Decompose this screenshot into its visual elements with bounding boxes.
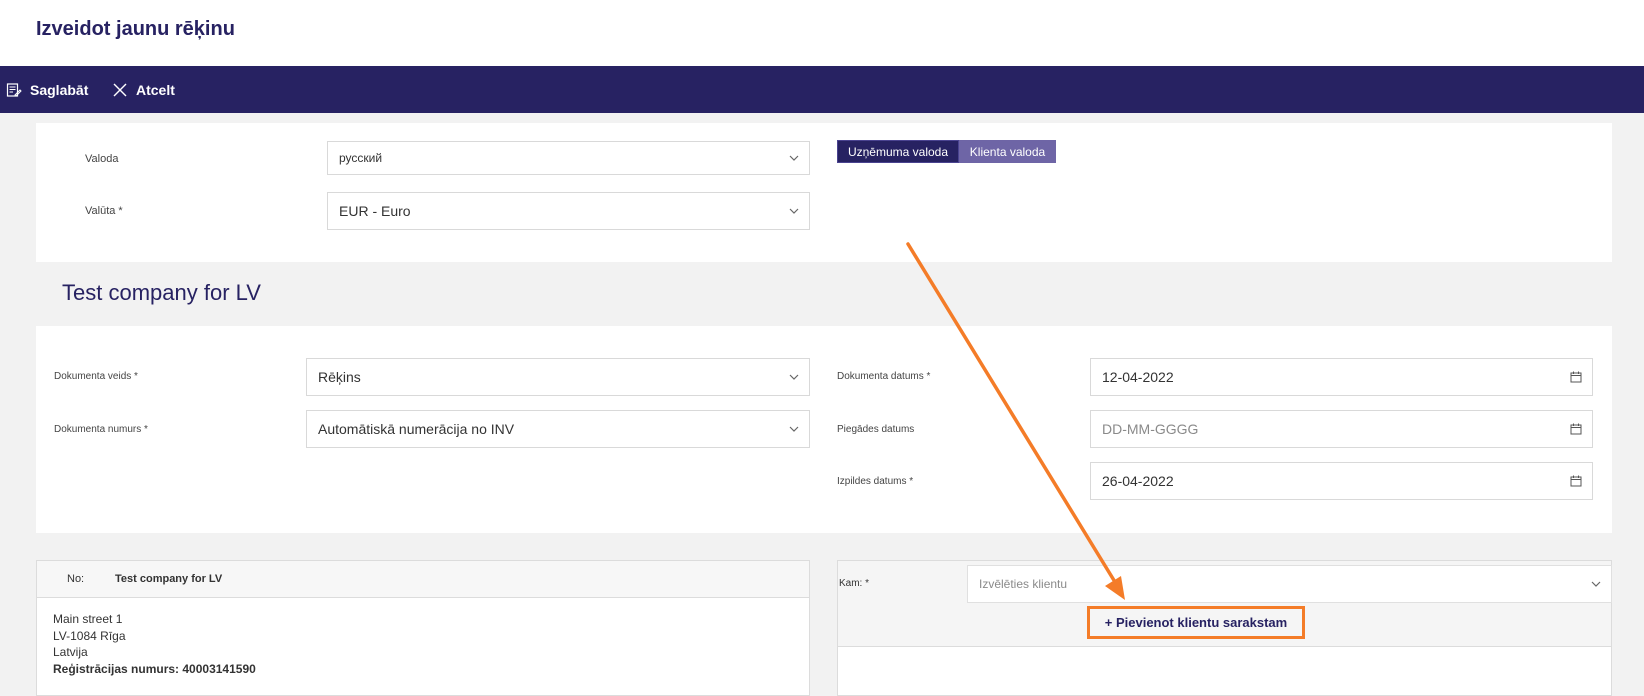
document-date-input[interactable]: 12-04-2022 (1090, 358, 1593, 396)
add-client-button[interactable]: + Pievienot klientu sarakstam (1087, 606, 1305, 639)
cancel-label: Atcelt (136, 81, 175, 98)
company-title: Test company for LV (62, 280, 261, 305)
document-date-value: 12-04-2022 (1102, 369, 1174, 385)
chevron-down-icon (1591, 581, 1601, 587)
language-label: Valoda (85, 153, 119, 165)
calendar-icon[interactable] (1570, 371, 1582, 383)
currency-label: Valūta * (85, 205, 123, 217)
from-company-name: Test company for LV (115, 573, 223, 585)
client-language-button[interactable]: Klienta valoda (959, 140, 1056, 163)
client-placeholder: Izvēlēties klientu (979, 577, 1068, 591)
due-date-label: Izpildes datums * (837, 476, 914, 487)
document-type-label: Dokumenta veids * (54, 371, 138, 382)
document-number-value: Automātiskā numerācija no INV (318, 421, 515, 437)
from-country: Latvija (53, 645, 88, 659)
delivery-date-placeholder: DD-MM-GGGG (1102, 421, 1199, 437)
save-button[interactable]: Saglabāt (6, 66, 88, 113)
save-label: Saglabāt (30, 81, 89, 98)
chevron-down-icon (789, 208, 799, 214)
document-number-label: Dokumenta numurs * (54, 424, 148, 435)
delivery-date-label: Piegādes datums (837, 424, 915, 435)
language-card (36, 123, 1612, 262)
page-title: Izveidot jaunu rēķinu (36, 18, 235, 40)
currency-select[interactable]: EUR - Euro (327, 192, 810, 230)
to-label: Kam: * (839, 578, 870, 589)
chevron-down-icon (789, 426, 799, 432)
document-number-select[interactable]: Automātiskā numerācija no INV (306, 410, 810, 448)
from-header: No: Test company for LV (37, 561, 809, 598)
language-select[interactable]: русский (327, 141, 810, 175)
delivery-date-input[interactable]: DD-MM-GGGG (1090, 410, 1593, 448)
due-date-value: 26-04-2022 (1102, 473, 1174, 489)
chevron-down-icon (789, 374, 799, 380)
toolbar: Saglabāt Atcelt (0, 66, 1644, 113)
from-registration: Reģistrācijas numurs: 40003141590 (53, 661, 256, 676)
from-street: Main street 1 (53, 612, 123, 626)
document-date-label: Dokumenta datums * (837, 371, 931, 382)
cancel-button[interactable]: Atcelt (112, 66, 175, 113)
save-icon (6, 82, 22, 97)
page-header: Izveidot jaunu rēķinu (0, 0, 1644, 66)
close-icon (113, 83, 127, 96)
calendar-icon[interactable] (1570, 423, 1582, 435)
calendar-icon[interactable] (1570, 475, 1582, 487)
currency-value: EUR - Euro (339, 203, 411, 219)
document-type-select[interactable]: Rēķins (306, 358, 810, 396)
language-value: русский (339, 151, 383, 165)
document-type-value: Rēķins (318, 369, 361, 385)
from-label: No: (67, 573, 85, 585)
from-address-box: No: Test company for LV Main street 1 LV… (36, 560, 810, 696)
chevron-down-icon (789, 155, 799, 161)
client-select[interactable]: Izvēlēties klientu (967, 565, 1612, 603)
due-date-input[interactable]: 26-04-2022 (1090, 462, 1593, 500)
company-language-button[interactable]: Uzņēmuma valoda (837, 140, 959, 163)
from-address: Main street 1 LV-1084 Rīga Latvija Reģis… (53, 611, 256, 677)
from-city: LV-1084 Rīga (53, 628, 126, 643)
